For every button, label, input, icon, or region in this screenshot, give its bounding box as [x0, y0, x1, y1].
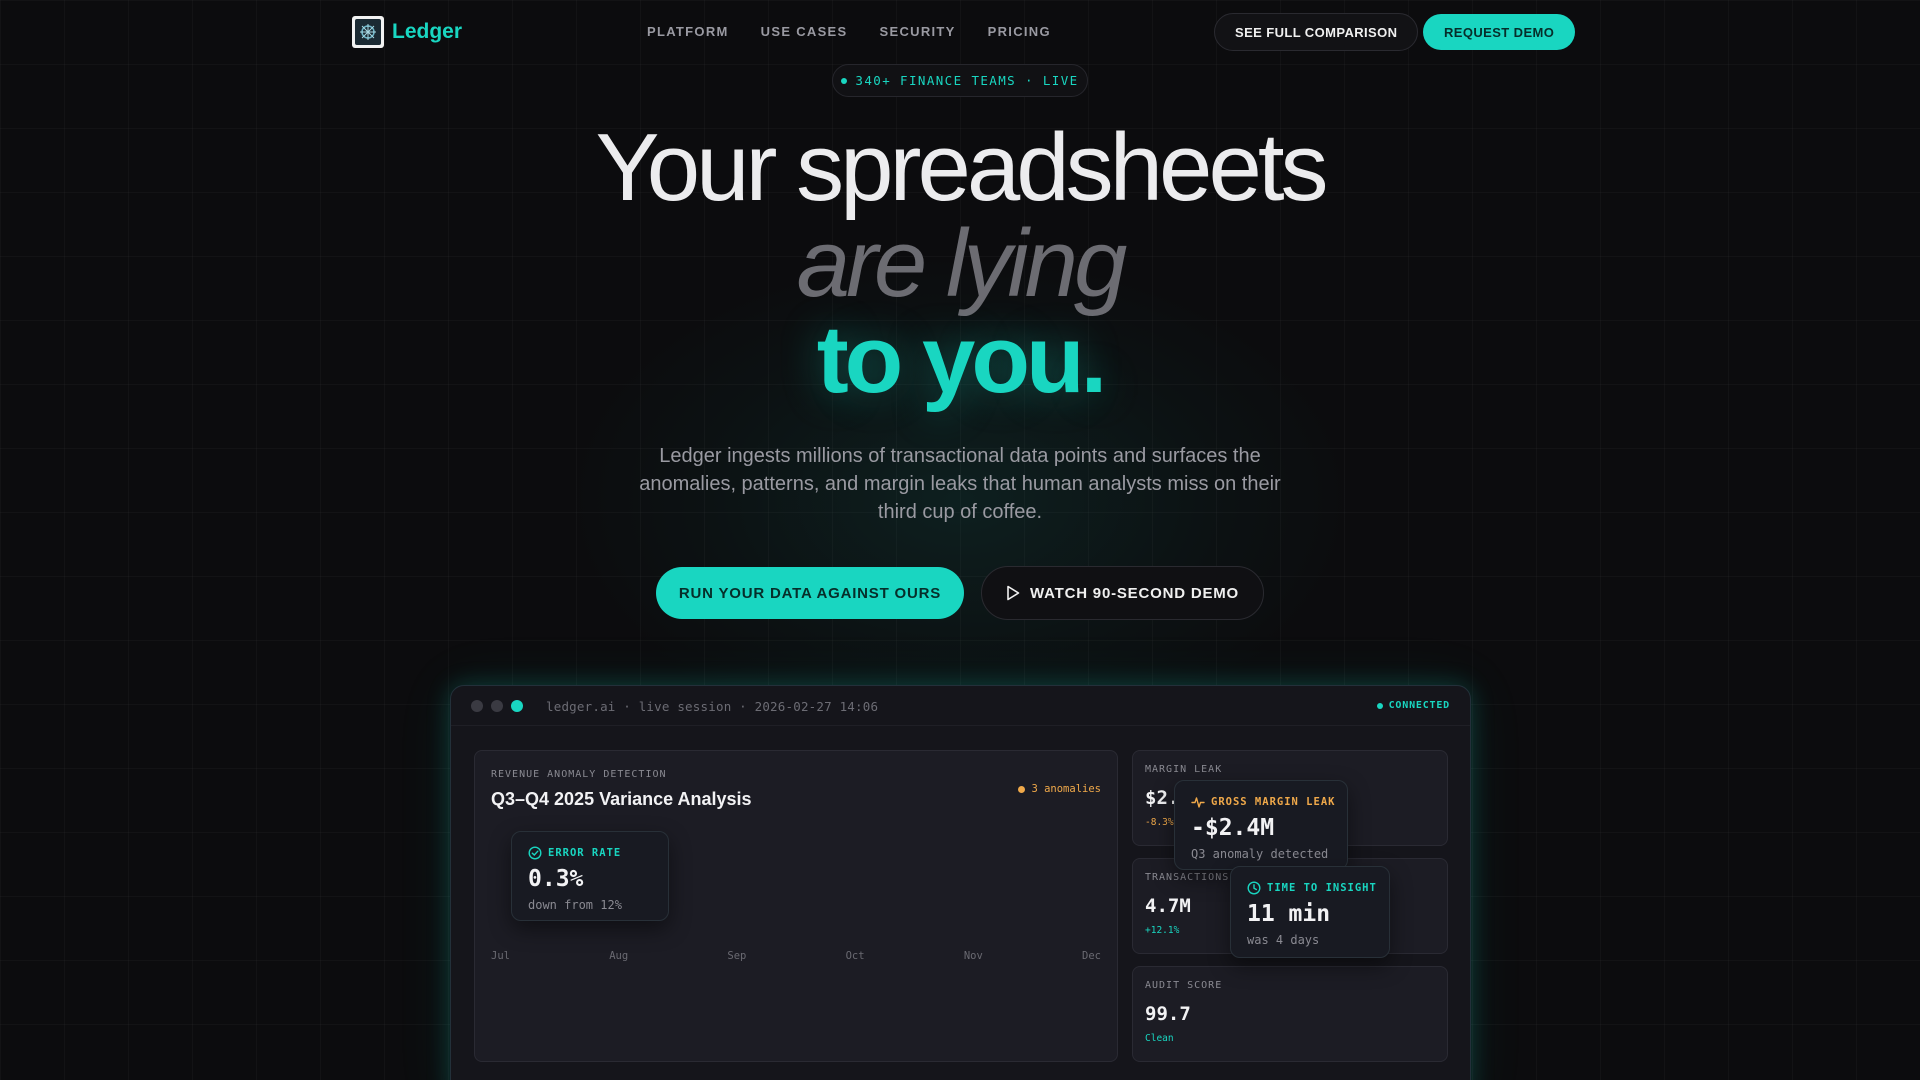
nav-link-platform[interactable]: PLATFORM — [647, 24, 729, 39]
time-to-insight-header: TIME TO INSIGHT — [1247, 881, 1377, 895]
nav-link-pricing[interactable]: PRICING — [988, 24, 1051, 39]
brand-logo[interactable]: Ledger — [352, 16, 462, 48]
session-url: ledger.ai · live session · 2026-02-27 14… — [546, 699, 879, 714]
brand-name: Ledger — [392, 20, 463, 43]
error-rate-header: ERROR RATE — [528, 846, 621, 860]
error-rate-value: 0.3% — [528, 866, 584, 892]
anomaly-count-text: 3 anomalies — [1031, 783, 1101, 795]
status-dot-icon — [1376, 702, 1383, 709]
live-badge-text: 340+ FINANCE TEAMS · LIVE — [855, 73, 1079, 88]
headline-line-2: are lying — [796, 210, 1128, 317]
nav-link-use-cases[interactable]: USE CASES — [761, 24, 848, 39]
window-minimize-dot[interactable] — [491, 700, 503, 712]
watch-demo-button[interactable]: WATCH 90-SECOND DEMO — [981, 566, 1264, 620]
dashboard-titlebar: ledger.ai · live session · 2026-02-27 14… — [451, 686, 1470, 726]
month-label: Jul — [491, 950, 510, 962]
anomaly-count[interactable]: 3 anomalies — [1018, 783, 1101, 795]
anomaly-dot-icon — [1018, 785, 1026, 793]
time-to-insight-value: 11 min — [1247, 901, 1331, 927]
connection-status: CONNECTED — [1376, 700, 1450, 711]
month-label: Oct — [845, 950, 865, 962]
top-nav: Ledger PLATFORM USE CASES SECURITY PRICI… — [0, 0, 1920, 64]
month-axis: Jul Aug Sep Oct Nov Dec — [491, 950, 1101, 962]
error-rate-card: ERROR RATE 0.3% down from 12% — [511, 831, 669, 921]
audit-score-status: Clean — [1145, 1033, 1174, 1044]
time-to-insight-label: TIME TO INSIGHT — [1267, 882, 1377, 894]
gross-margin-label: GROSS MARGIN LEAK — [1211, 796, 1336, 808]
gross-margin-note: Q3 anomaly detected — [1191, 847, 1329, 861]
month-label: Aug — [609, 950, 629, 962]
connection-status-text: CONNECTED — [1388, 700, 1450, 711]
hero-subtitle: Ledger ingests millions of transactional… — [639, 445, 1281, 523]
headline-line-3: to you. — [816, 306, 1108, 413]
play-icon — [1007, 585, 1020, 601]
hero-headline: Your spreadsheets are lying to you. — [0, 120, 1920, 408]
pulse-icon — [1191, 797, 1205, 808]
live-badge: 340+ FINANCE TEAMS · LIVE — [832, 64, 1088, 97]
month-label: Dec — [1082, 950, 1101, 962]
clock-icon — [1247, 881, 1261, 895]
gross-margin-leak-card: GROSS MARGIN LEAK -$2.4M Q3 anomaly dete… — [1174, 780, 1348, 870]
headline-line-1: Your spreadsheets — [595, 114, 1328, 221]
time-to-insight-card: TIME TO INSIGHT 11 min was 4 days — [1230, 866, 1390, 958]
panel-label: REVENUE ANOMALY DETECTION — [491, 769, 667, 780]
month-label: Nov — [963, 950, 983, 962]
window-close-dot[interactable] — [471, 700, 483, 712]
request-demo-button[interactable]: REQUEST DEMO — [1423, 14, 1576, 50]
error-rate-label: ERROR RATE — [548, 847, 622, 859]
margin-leak-label: MARGIN LEAK — [1145, 764, 1223, 775]
see-full-comparison-button[interactable]: SEE FULL COMPARISON — [1214, 13, 1419, 51]
watch-demo-label: WATCH 90-SECOND DEMO — [1029, 584, 1240, 602]
panel-title: Q3–Q4 2025 Variance Analysis — [491, 789, 752, 809]
error-rate-note: down from 12% — [528, 898, 622, 912]
transactions-delta: +12.1% — [1145, 925, 1180, 936]
check-circle-icon — [528, 846, 542, 860]
run-your-data-button[interactable]: RUN YOUR DATA AGAINST OURS — [656, 567, 964, 619]
audit-score-card: AUDIT SCORE 99.7 Clean — [1132, 966, 1448, 1062]
month-label: Sep — [727, 950, 747, 962]
dashboard-preview: ledger.ai · live session · 2026-02-27 14… — [450, 685, 1471, 1080]
nav-link-security[interactable]: SECURITY — [880, 24, 956, 39]
logo-icon — [352, 16, 384, 48]
audit-score-label: AUDIT SCORE — [1145, 980, 1223, 991]
audit-score-value: 99.7 — [1145, 1003, 1191, 1025]
transactions-value: 4.7M — [1145, 895, 1191, 917]
revenue-anomaly-panel: REVENUE ANOMALY DETECTION Q3–Q4 2025 Var… — [474, 750, 1118, 1062]
window-maximize-dot[interactable] — [511, 700, 523, 712]
nav-links: PLATFORM USE CASES SECURITY PRICING — [647, 24, 1051, 39]
gross-margin-value: -$2.4M — [1191, 815, 1275, 841]
margin-leak-delta: -8.3% — [1145, 817, 1174, 828]
transactions-label: TRANSACTIONS — [1145, 872, 1230, 883]
time-to-insight-note: was 4 days — [1247, 933, 1320, 947]
live-dot-icon — [841, 77, 848, 84]
gross-margin-header: GROSS MARGIN LEAK — [1191, 795, 1335, 809]
